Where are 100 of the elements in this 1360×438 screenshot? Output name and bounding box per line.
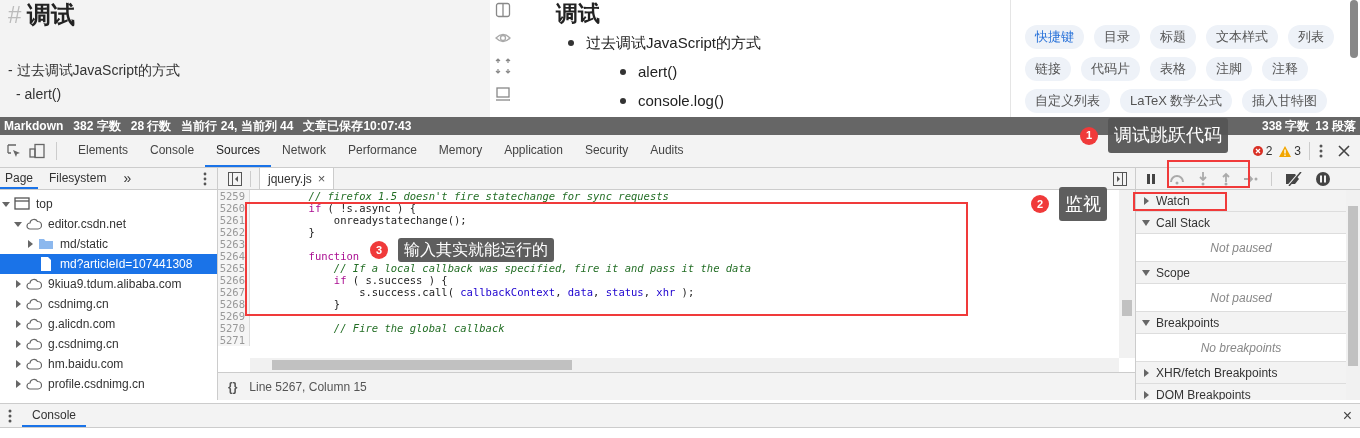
bullet-icon [620, 68, 626, 75]
tree-item[interactable]: top [0, 194, 217, 214]
source-line: - alert() [15, 85, 63, 104]
line-number: 5263 [218, 238, 250, 250]
warning-icon [1279, 145, 1292, 157]
devtools-tab[interactable]: Audits [639, 135, 695, 167]
error-count[interactable]: 2 [1265, 142, 1273, 160]
file-tab[interactable]: jquery.js × [259, 168, 335, 189]
status-text: 28 行数 [130, 118, 172, 135]
line-number: 5262 [218, 226, 250, 238]
line-number: 5270 [218, 322, 250, 334]
pane-header[interactable]: Breakpoints [1136, 312, 1346, 334]
tag-chip[interactable]: 自定义列表 [1025, 89, 1110, 113]
tree-item[interactable]: profile.csdnimg.cn [0, 374, 217, 394]
pane-header[interactable]: Call Stack [1136, 212, 1346, 234]
more-menu-icon[interactable] [203, 171, 207, 186]
cloud-icon [26, 336, 42, 352]
inspect-icon[interactable] [6, 143, 22, 159]
devtools-tab[interactable]: Application [493, 135, 574, 167]
vertical-scrollbar[interactable] [1119, 190, 1135, 358]
line-number: 5260 [218, 202, 250, 214]
close-icon[interactable] [1338, 145, 1350, 157]
tag-chip[interactable]: 文本样式 [1206, 25, 1278, 49]
pause-icon[interactable] [1146, 173, 1156, 184]
devtools-tab[interactable]: Console [139, 135, 206, 167]
devtools-tab[interactable]: Performance [337, 135, 428, 167]
collapsed-triangle-icon[interactable] [14, 380, 22, 388]
source-line: - 过去调试JavaScript的方式 [8, 61, 181, 80]
pretty-print-button[interactable]: {} [218, 377, 248, 396]
code-line: // firefox 1.5 doesn't fire statechange for sync requests [307, 190, 669, 202]
cloud-icon [26, 296, 42, 312]
sidebar-toggle-icon[interactable] [228, 171, 242, 186]
drawer-tab[interactable]: Console [22, 404, 87, 427]
pane-header[interactable]: XHR/fetch Breakpoints [1136, 362, 1346, 384]
collapsed-triangle-icon[interactable] [14, 320, 22, 328]
tag-chip[interactable]: 链接 [1025, 57, 1071, 81]
tag-chip[interactable]: 注脚 [1206, 57, 1252, 81]
list-item: console.log() [638, 91, 724, 111]
expanded-triangle-icon[interactable] [14, 220, 22, 228]
navigator-tab[interactable]: Filesystem [44, 168, 112, 189]
devtools-tab[interactable]: Security [573, 135, 640, 167]
pane-header[interactable]: Watch [1136, 190, 1346, 212]
tree-item[interactable]: editor.csdn.net [0, 214, 217, 234]
warning-count[interactable]: 3 [1294, 142, 1301, 160]
vertical-scrollbar[interactable] [1346, 190, 1360, 400]
device-toolbar-icon[interactable] [28, 143, 46, 159]
tree-item[interactable]: md?articleId=107441308 [0, 254, 217, 274]
folder-icon [38, 236, 54, 252]
tag-chip[interactable]: 代码片 [1081, 57, 1140, 81]
pause-on-exceptions-icon[interactable] [1316, 171, 1330, 186]
cloud-icon [26, 376, 42, 392]
empty-message: No breakpoints [1200, 339, 1282, 357]
collapsed-triangle-icon[interactable] [14, 300, 22, 308]
line-number: 5259 [218, 190, 250, 202]
tag-chip[interactable]: 列表 [1288, 25, 1334, 49]
devtools-tab[interactable]: Elements [67, 135, 140, 167]
tree-item[interactable]: md/static [0, 234, 217, 254]
collapsed-triangle-icon [1142, 196, 1150, 205]
deactivate-breakpoints-icon[interactable] [1285, 171, 1303, 186]
collapsed-triangle-icon[interactable] [14, 340, 22, 348]
collapsed-triangle-icon[interactable] [14, 360, 22, 368]
sidebar-toggle-icon[interactable] [1113, 171, 1127, 186]
step-icon[interactable] [1244, 173, 1258, 184]
tag-chip[interactable]: LaTeX 数学公式 [1120, 89, 1233, 113]
pane-header[interactable]: Scope [1136, 262, 1346, 284]
tag-chip[interactable]: 快捷键 [1025, 25, 1084, 49]
tree-item[interactable]: 9kiua9.tdum.alibaba.com [0, 274, 217, 294]
navigator-tab[interactable]: Page [0, 168, 39, 189]
status-text: 338 字数 [1261, 118, 1310, 135]
horizontal-scrollbar[interactable] [250, 358, 1119, 372]
devtools-tab[interactable]: Memory [427, 135, 494, 167]
tree-item[interactable]: hm.baidu.com [0, 354, 217, 374]
tree-item[interactable]: g.alicdn.com [0, 314, 217, 334]
more-menu-icon[interactable] [8, 408, 12, 423]
close-button[interactable]: × [1342, 407, 1352, 424]
tag-chip[interactable]: 标题 [1150, 25, 1196, 49]
status-text: Markdown [4, 118, 64, 135]
cursor-position: Line 5267, Column 15 [249, 378, 367, 396]
devtools-tab[interactable]: Network [271, 135, 338, 167]
error-icon [1252, 146, 1263, 156]
close-button[interactable]: × [317, 168, 326, 189]
tree-item[interactable]: g.csdnimg.cn [0, 334, 217, 354]
tag-chip[interactable]: 表格 [1150, 57, 1196, 81]
collapsed-triangle-icon[interactable] [14, 280, 22, 288]
tag-chip[interactable]: 注释 [1262, 57, 1308, 81]
split-view-icon[interactable] [495, 2, 511, 18]
sync-scroll-icon[interactable] [495, 58, 511, 74]
code-line: } [307, 226, 315, 238]
tag-chip[interactable]: 插入甘特图 [1242, 89, 1328, 113]
number-badge: 3 [370, 241, 388, 259]
collapsed-triangle-icon[interactable] [26, 240, 34, 248]
more-menu-icon[interactable] [1318, 143, 1324, 159]
line-number: 5268 [218, 298, 250, 310]
scrollbar[interactable] [1350, 0, 1358, 58]
tree-item[interactable]: csdnimg.cn [0, 294, 217, 314]
more-tabs-button[interactable]: » [117, 168, 138, 189]
pane-title: Breakpoints [1156, 314, 1220, 332]
expanded-triangle-icon[interactable] [2, 200, 10, 208]
tag-chip[interactable]: 目录 [1094, 25, 1140, 49]
empty-message: Not paused [1210, 239, 1272, 257]
